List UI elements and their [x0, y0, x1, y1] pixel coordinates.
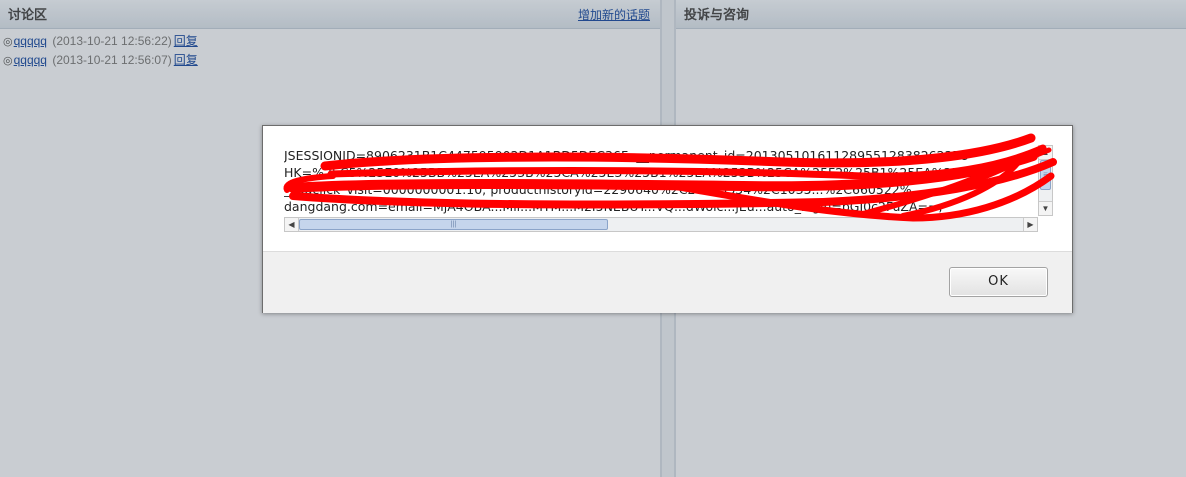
vertical-scrollbar[interactable]: ▲ ≡ ▼	[1038, 145, 1053, 216]
cookie-text: JSESSIONID=8906231B1C447595902D1A1BD5DEC…	[284, 147, 1036, 217]
alert-dialog: JSESSIONID=8906231B1C447595902D1A1BD5DEC…	[262, 125, 1073, 313]
cookie-line: __ddclick_visit=0000000001.10; producthi…	[284, 182, 912, 197]
horizontal-scrollbar[interactable]: ◀ ||| ▶	[284, 217, 1038, 232]
vertical-scroll-thumb[interactable]: ≡	[1040, 160, 1051, 190]
horizontal-scroll-thumb[interactable]: |||	[299, 219, 608, 230]
ok-button[interactable]: OK	[949, 267, 1048, 297]
dialog-body: JSESSIONID=8906231B1C447595902D1A1BD5DEC…	[263, 126, 1072, 251]
dialog-footer: OK	[263, 251, 1072, 313]
scroll-down-icon[interactable]: ▼	[1039, 201, 1052, 215]
scroll-right-icon[interactable]: ▶	[1023, 218, 1037, 231]
scroll-left-icon[interactable]: ◀	[285, 218, 299, 231]
cookie-line: HK=%25C5%25E0%25BB%25EA%253B%25CA%25E3%2…	[284, 165, 976, 180]
cookie-line: dangdang.com=email=MjA4OBA...Mil...MTM..…	[284, 199, 943, 214]
scroll-up-icon[interactable]: ▲	[1039, 146, 1052, 160]
cookie-line: JSESSIONID=8906231B1C447595902D1A1BD5DEC…	[284, 148, 969, 163]
